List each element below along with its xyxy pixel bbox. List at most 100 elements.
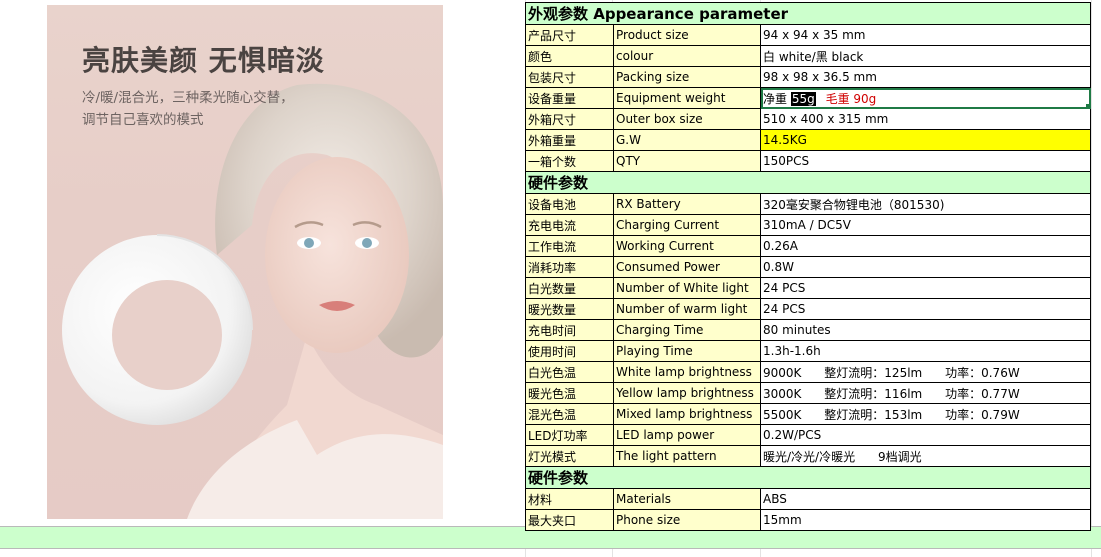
value-cell[interactable]: 150PCS — [760, 150, 1091, 172]
value-cell[interactable]: 98 x 98 x 36.5 mm — [760, 66, 1091, 88]
value-cell[interactable]: 0.2W/PCS — [760, 424, 1091, 446]
cn-label-cell[interactable]: 充电时间 — [525, 319, 614, 341]
cn-label-cell[interactable]: 最大夹口 — [525, 509, 614, 531]
value-cell[interactable]: 94 x 94 x 35 mm — [760, 24, 1091, 46]
table-row[interactable]: 一箱个数 QTY 150PCS — [525, 150, 1091, 172]
value-cell[interactable]: 白 white/黑 black — [760, 45, 1091, 67]
table-row[interactable]: 使用时间 Playing Time 1.3h-1.6h — [525, 340, 1091, 362]
value-cell[interactable]: 80 minutes — [760, 319, 1091, 341]
highlighted-value-cell[interactable]: 14.5KG — [760, 129, 1091, 151]
cn-label-cell[interactable]: 颜色 — [525, 45, 614, 67]
poster-subtitle: 冷/暖/混合光，三种柔光随心交替， 调节自己喜欢的模式 — [82, 87, 342, 131]
table-row[interactable]: 产品尺寸 Product size 94 x 94 x 35 mm — [525, 24, 1091, 46]
value-cell[interactable]: 15mm — [760, 509, 1091, 531]
cn-label-cell[interactable]: 混光色温 — [525, 403, 614, 425]
value-cell[interactable]: 24 PCS — [760, 298, 1091, 320]
value-cell[interactable]: 1.3h-1.6h — [760, 340, 1091, 362]
poster-headline: 亮肤美颜 无惧暗淡 — [82, 44, 325, 77]
table-row[interactable]: 最大夹口 Phone size 15mm — [525, 509, 1091, 531]
table-row[interactable]: 外箱重量 G.W 14.5KG — [525, 129, 1091, 151]
table-row[interactable]: 充电时间 Charging Time 80 minutes — [525, 319, 1091, 341]
section-header-hardware-2[interactable]: 硬件参数 — [525, 466, 1091, 489]
value-cell[interactable]: 510 x 400 x 315 mm — [760, 108, 1091, 130]
product-poster-image[interactable]: 亮肤美颜 无惧暗淡 冷/暖/混合光，三种柔光随心交替， 调节自己喜欢的模式 — [47, 5, 443, 519]
en-label-cell[interactable]: Working Current — [613, 235, 761, 257]
cn-label-cell[interactable]: 材料 — [525, 488, 614, 510]
table-row[interactable]: 设备重量 Equipment weight 净重 55g 毛重 90g — [525, 87, 1091, 109]
table-row[interactable]: 暖光色温 Yellow lamp brightness 3000K 整灯流明：1… — [525, 382, 1091, 404]
table-row[interactable]: 工作电流 Working Current 0.26A — [525, 235, 1091, 257]
cn-label-cell[interactable]: 设备电池 — [525, 193, 614, 215]
table-row[interactable]: 消耗功率 Consumed Power 0.8W — [525, 256, 1091, 278]
cn-label-cell[interactable]: 暖光数量 — [525, 298, 614, 320]
cn-label-cell[interactable]: 外箱尺寸 — [525, 108, 614, 130]
cn-label-cell[interactable]: 一箱个数 — [525, 150, 614, 172]
value-cell[interactable]: 0.8W — [760, 256, 1091, 278]
en-label-cell[interactable]: The light pattern — [613, 445, 761, 467]
value-cell[interactable]: 0.26A — [760, 235, 1091, 257]
table-row[interactable]: 包装尺寸 Packing size 98 x 98 x 36.5 mm — [525, 66, 1091, 88]
en-label-cell[interactable]: LED lamp power — [613, 424, 761, 446]
table-row[interactable]: 灯光模式 The light pattern 暖光/冷光/冷暖光 9档调光 — [525, 445, 1091, 467]
section-title[interactable]: 硬件参数 — [525, 171, 1091, 194]
cn-label-cell[interactable]: 工作电流 — [525, 235, 614, 257]
cn-label-cell[interactable]: 白光色温 — [525, 361, 614, 383]
cn-label-cell[interactable]: 白光数量 — [525, 277, 614, 299]
en-label-cell[interactable]: QTY — [613, 150, 761, 172]
table-row[interactable]: LED灯功率 LED lamp power 0.2W/PCS — [525, 424, 1091, 446]
cn-label-cell[interactable]: 产品尺寸 — [525, 24, 614, 46]
en-label-cell[interactable]: Packing size — [613, 66, 761, 88]
table-row[interactable]: 暖光数量 Number of warm light 24 PCS — [525, 298, 1091, 320]
table-row[interactable]: 设备电池 RX Battery 320毫安聚合物锂电池（801530) — [525, 193, 1091, 215]
en-label-cell[interactable]: Consumed Power — [613, 256, 761, 278]
en-label-cell[interactable]: colour — [613, 45, 761, 67]
cn-label-cell[interactable]: 使用时间 — [525, 340, 614, 362]
en-label-cell[interactable]: White lamp brightness — [613, 361, 761, 383]
value-cell[interactable]: 310mA / DC5V — [760, 214, 1091, 236]
table-row[interactable]: 颜色 colour 白 white/黑 black — [525, 45, 1091, 67]
en-label-cell[interactable]: Number of warm light — [613, 298, 761, 320]
net-weight-value-selection[interactable]: 55g — [790, 91, 816, 106]
cn-label-cell[interactable]: 外箱重量 — [525, 129, 614, 151]
en-label-cell[interactable]: RX Battery — [613, 193, 761, 215]
section-title[interactable]: 外观参数 Appearance parameter — [525, 2, 1091, 25]
en-label-cell[interactable]: Mixed lamp brightness — [613, 403, 761, 425]
en-label-cell[interactable]: Phone size — [613, 509, 761, 531]
table-row[interactable]: 材料 Materials ABS — [525, 488, 1091, 510]
table-row[interactable]: 充电电流 Charging Current 310mA / DC5V — [525, 214, 1091, 236]
cn-label-cell[interactable]: 包装尺寸 — [525, 66, 614, 88]
selected-weight-cell[interactable]: 净重 55g 毛重 90g — [760, 87, 1091, 109]
en-label-cell[interactable]: Playing Time — [613, 340, 761, 362]
en-label-cell[interactable]: Charging Time — [613, 319, 761, 341]
en-label-cell[interactable]: Equipment weight — [613, 87, 761, 109]
value-cell[interactable]: 暖光/冷光/冷暖光 9档调光 — [760, 445, 1091, 467]
cn-label-cell[interactable]: LED灯功率 — [525, 424, 614, 446]
en-label-cell[interactable]: G.W — [613, 129, 761, 151]
fill-handle[interactable] — [1086, 104, 1090, 108]
cn-label-cell[interactable]: 灯光模式 — [525, 445, 614, 467]
value-cell[interactable]: ABS — [760, 488, 1091, 510]
en-label-cell[interactable]: Outer box size — [613, 108, 761, 130]
section-header-appearance[interactable]: 外观参数 Appearance parameter — [525, 2, 1091, 25]
table-row[interactable]: 外箱尺寸 Outer box size 510 x 400 x 315 mm — [525, 108, 1091, 130]
cn-label-cell[interactable]: 暖光色温 — [525, 382, 614, 404]
net-weight-label: 净重 — [763, 91, 788, 106]
table-row[interactable]: 白光数量 Number of White light 24 PCS — [525, 277, 1091, 299]
value-cell[interactable]: 3000K 整灯流明：116lm 功率：0.77W — [760, 382, 1091, 404]
value-cell[interactable]: 24 PCS — [760, 277, 1091, 299]
section-header-hardware[interactable]: 硬件参数 — [525, 171, 1091, 194]
value-cell[interactable]: 5500K 整灯流明：153lm 功率：0.79W — [760, 403, 1091, 425]
en-label-cell[interactable]: Yellow lamp brightness — [613, 382, 761, 404]
table-row[interactable]: 白光色温 White lamp brightness 9000K 整灯流明：12… — [525, 361, 1091, 383]
en-label-cell[interactable]: Materials — [613, 488, 761, 510]
cn-label-cell[interactable]: 设备重量 — [525, 87, 614, 109]
cn-label-cell[interactable]: 充电电流 — [525, 214, 614, 236]
en-label-cell[interactable]: Product size — [613, 24, 761, 46]
section-title[interactable]: 硬件参数 — [525, 466, 1091, 489]
table-row[interactable]: 混光色温 Mixed lamp brightness 5500K 整灯流明：15… — [525, 403, 1091, 425]
value-cell[interactable]: 320毫安聚合物锂电池（801530) — [760, 193, 1091, 215]
cn-label-cell[interactable]: 消耗功率 — [525, 256, 614, 278]
value-cell[interactable]: 9000K 整灯流明：125lm 功率：0.76W — [760, 361, 1091, 383]
en-label-cell[interactable]: Charging Current — [613, 214, 761, 236]
en-label-cell[interactable]: Number of White light — [613, 277, 761, 299]
